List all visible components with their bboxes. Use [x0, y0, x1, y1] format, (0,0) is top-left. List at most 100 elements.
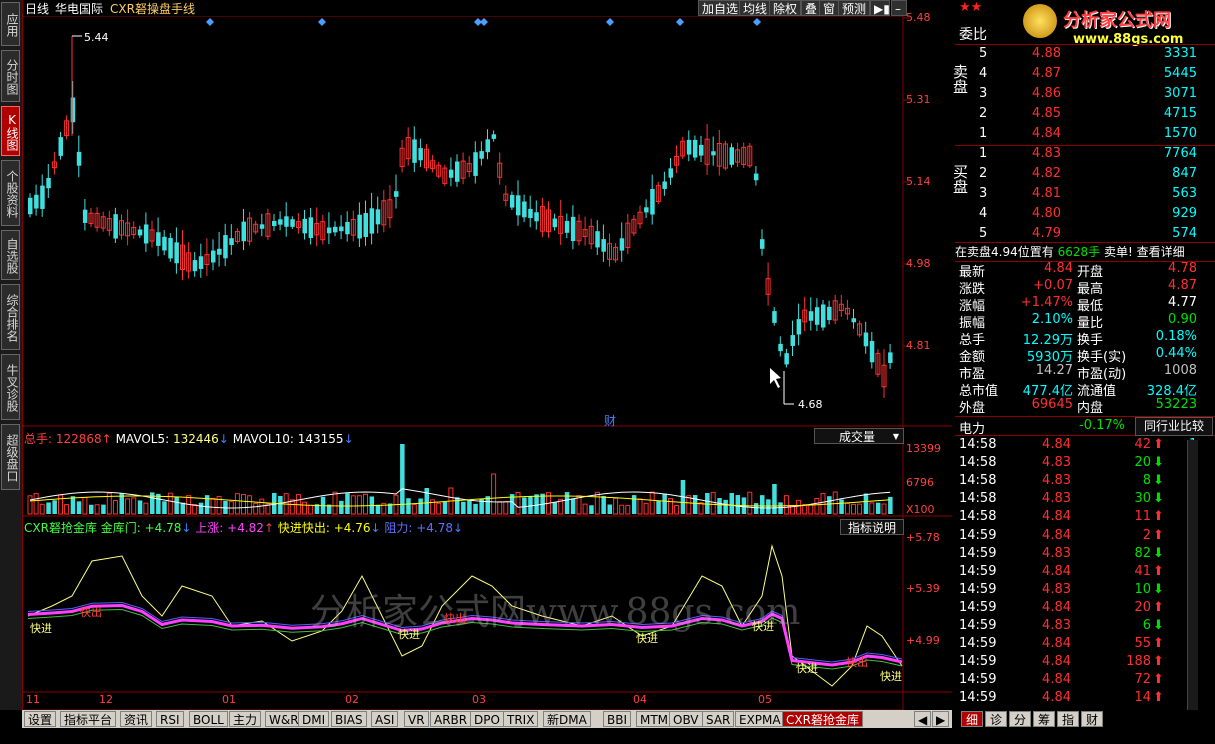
sidebar-item-app[interactable]: 应用	[1, 2, 20, 46]
bid-row[interactable]: 3 4.81 563	[955, 186, 1215, 204]
view-detail-link[interactable]: 查看详细	[1137, 245, 1185, 259]
stat-row[interactable]: 市盈 14.27 市盈(动) 1008	[955, 363, 1215, 382]
tick-row[interactable]: 14:594.836⬇1	[955, 618, 1215, 636]
tick-row[interactable]: 14:594.842⬆1	[955, 528, 1215, 546]
stat-row[interactable]: 振幅 2.10% 量比 0.90	[955, 312, 1215, 331]
bid-row[interactable]: 2 4.82 847	[955, 166, 1215, 184]
tick-row[interactable]: 14:594.8382⬇1	[955, 546, 1215, 564]
indicator-tab[interactable]: CXR砮抢金库	[782, 711, 863, 727]
forecast-button[interactable]: 预测	[838, 0, 871, 16]
tick-row[interactable]: 14:584.838⬇1	[955, 473, 1215, 491]
detail-tab[interactable]: 筹	[1033, 711, 1055, 727]
tick-row[interactable]: 14:584.8411⬆1	[955, 509, 1215, 527]
indicator-tab[interactable]: MTM	[636, 711, 673, 727]
volume-dropdown[interactable]: 成交量 ▼	[814, 428, 904, 444]
stat-row[interactable]: 金额 5930万 换手(实) 0.44%	[955, 346, 1215, 365]
indicator-tab[interactable]: TRIX	[503, 711, 539, 727]
industry-compare-button[interactable]: 同行业比较	[1135, 417, 1213, 436]
overlay-button[interactable]: 叠	[801, 0, 822, 16]
tick-row[interactable]: 14:594.8420⬆1	[955, 600, 1215, 618]
minimize-icon[interactable]: –	[891, 0, 907, 16]
bid-level: 2	[979, 166, 988, 181]
tick-row[interactable]: 14:594.8310⬇1	[955, 582, 1215, 600]
stat-row[interactable]: 外盘 69645 内盘 53223	[955, 397, 1215, 416]
tick-list-scrollbar[interactable]	[1187, 440, 1198, 710]
tick-row[interactable]: 14:594.8414⬆1	[955, 690, 1215, 708]
indicator-tab[interactable]: 新DMA	[543, 711, 591, 727]
sidebar-item-timeshare[interactable]: 分时图	[1, 50, 20, 102]
candle-body	[778, 343, 783, 352]
indicator-tab[interactable]: 指标平台	[60, 711, 117, 727]
indicator-tab[interactable]: BIAS	[331, 711, 367, 727]
tick-row[interactable]: 14:594.8455⬆1	[955, 636, 1215, 654]
indicator-tab[interactable]: W&R	[265, 711, 303, 727]
indicator-tab[interactable]: VR	[404, 711, 429, 727]
indicator-help-button[interactable]: 指标说明	[840, 519, 904, 535]
date-tick: 05	[758, 693, 772, 706]
price-tick: 5.14	[906, 175, 931, 188]
scroll-left-icon[interactable]: ◀	[914, 711, 932, 727]
indicator-tab[interactable]: EXPMA	[735, 711, 785, 727]
sidebar-item-stock-info[interactable]: 个股资料	[1, 160, 20, 226]
sidebar-item-super-panel[interactable]: 超级盘口	[1, 424, 20, 490]
bid-row[interactable]: 4 4.80 929	[955, 206, 1215, 224]
sidebar-item-watchlist[interactable]: 自选股	[1, 230, 20, 280]
ask-row[interactable]: 4 4.87 5445	[955, 66, 1215, 84]
ask-row[interactable]: 1 4.84 1570	[955, 126, 1215, 144]
ask-row[interactable]: 5 4.88 3331	[955, 46, 1215, 64]
indicator-tab[interactable]: SAR	[702, 711, 735, 727]
detail-tab[interactable]: 诊	[985, 711, 1007, 727]
sidebar-item-diagnosis[interactable]: 牛叉诊股	[1, 354, 20, 420]
tick-row[interactable]: 14:584.8320⬇1	[955, 455, 1215, 473]
stat-row[interactable]: 总市值 477.4亿 流通值 328.4亿	[955, 380, 1215, 399]
tick-row[interactable]: 14:594.8472⬆1	[955, 672, 1215, 690]
sidebar-item-ranking[interactable]: 综合排名	[1, 284, 20, 350]
date-tick: 03	[472, 693, 486, 706]
detail-tab[interactable]: 指	[1057, 711, 1079, 727]
candle-body	[198, 256, 204, 269]
volume-bar	[625, 504, 631, 515]
candle-body	[192, 260, 198, 272]
arrow-right-icon[interactable]: ▶▮	[870, 0, 890, 16]
exright-button[interactable]: 除权	[769, 0, 802, 16]
indicator-tab[interactable]: BBI	[603, 711, 632, 727]
detail-tab[interactable]: 分	[1009, 711, 1031, 727]
indicator-tab[interactable]: OBV	[669, 711, 703, 727]
indicator-tab[interactable]: 设置	[24, 711, 57, 727]
tick-row[interactable]: 14:594.8441⬆1	[955, 564, 1215, 582]
period-label[interactable]: 日线	[25, 0, 49, 17]
stat-row[interactable]: 涨跌 +0.07 最高 4.87	[955, 278, 1215, 297]
stat-row[interactable]: 总手 12.29万 换手 0.18%	[955, 329, 1215, 348]
indicator-tab[interactable]: ASI	[371, 711, 399, 727]
indicator-tab[interactable]: 主力	[229, 711, 262, 727]
ma-button[interactable]: 均线	[739, 0, 772, 16]
tick-row[interactable]: 14:584.8330⬇1	[955, 491, 1215, 509]
stat-row[interactable]: 涨幅 +1.47% 最低 4.77	[955, 295, 1215, 314]
sector-name[interactable]: 电力	[959, 418, 985, 437]
ind-fast-value: +4.76	[333, 521, 371, 535]
scroll-right-icon[interactable]: ▶	[932, 711, 950, 727]
ask-price: 4.86	[1032, 86, 1061, 101]
indicator-tab[interactable]: BOLL	[189, 711, 228, 727]
add-watchlist-button[interactable]: 加自选	[698, 0, 743, 16]
detail-tab[interactable]: 细	[961, 711, 983, 727]
ask-level: 5	[979, 46, 988, 61]
stat-row[interactable]: 最新 4.84 开盘 4.78	[955, 261, 1215, 280]
ind-resist-value: +4.78	[416, 521, 453, 535]
indicator-tab[interactable]: ARBR	[430, 711, 472, 727]
tick-row[interactable]: 14:584.8442⬆1	[955, 437, 1215, 455]
tick-row[interactable]: 14:594.84188⬆1	[955, 654, 1215, 672]
finance-marker[interactable]: 财	[604, 412, 616, 429]
sidebar-item-kline[interactable]: K线图	[1, 106, 20, 156]
window-button[interactable]: 窗	[819, 0, 840, 16]
indicator-tab[interactable]: DMI	[298, 711, 330, 727]
bid-row[interactable]: 1 4.83 7764	[955, 146, 1215, 164]
indicator-tab[interactable]: DPO	[470, 711, 504, 727]
ask-row[interactable]: 3 4.86 3071	[955, 86, 1215, 104]
ask-price: 4.85	[1032, 106, 1061, 121]
ask-row[interactable]: 2 4.85 4715	[955, 106, 1215, 124]
indicator-tab[interactable]: 资讯	[120, 711, 153, 727]
indicator-tab[interactable]: RSI	[156, 711, 184, 727]
detail-tab[interactable]: 财	[1081, 711, 1103, 727]
volume-bar	[643, 502, 649, 515]
